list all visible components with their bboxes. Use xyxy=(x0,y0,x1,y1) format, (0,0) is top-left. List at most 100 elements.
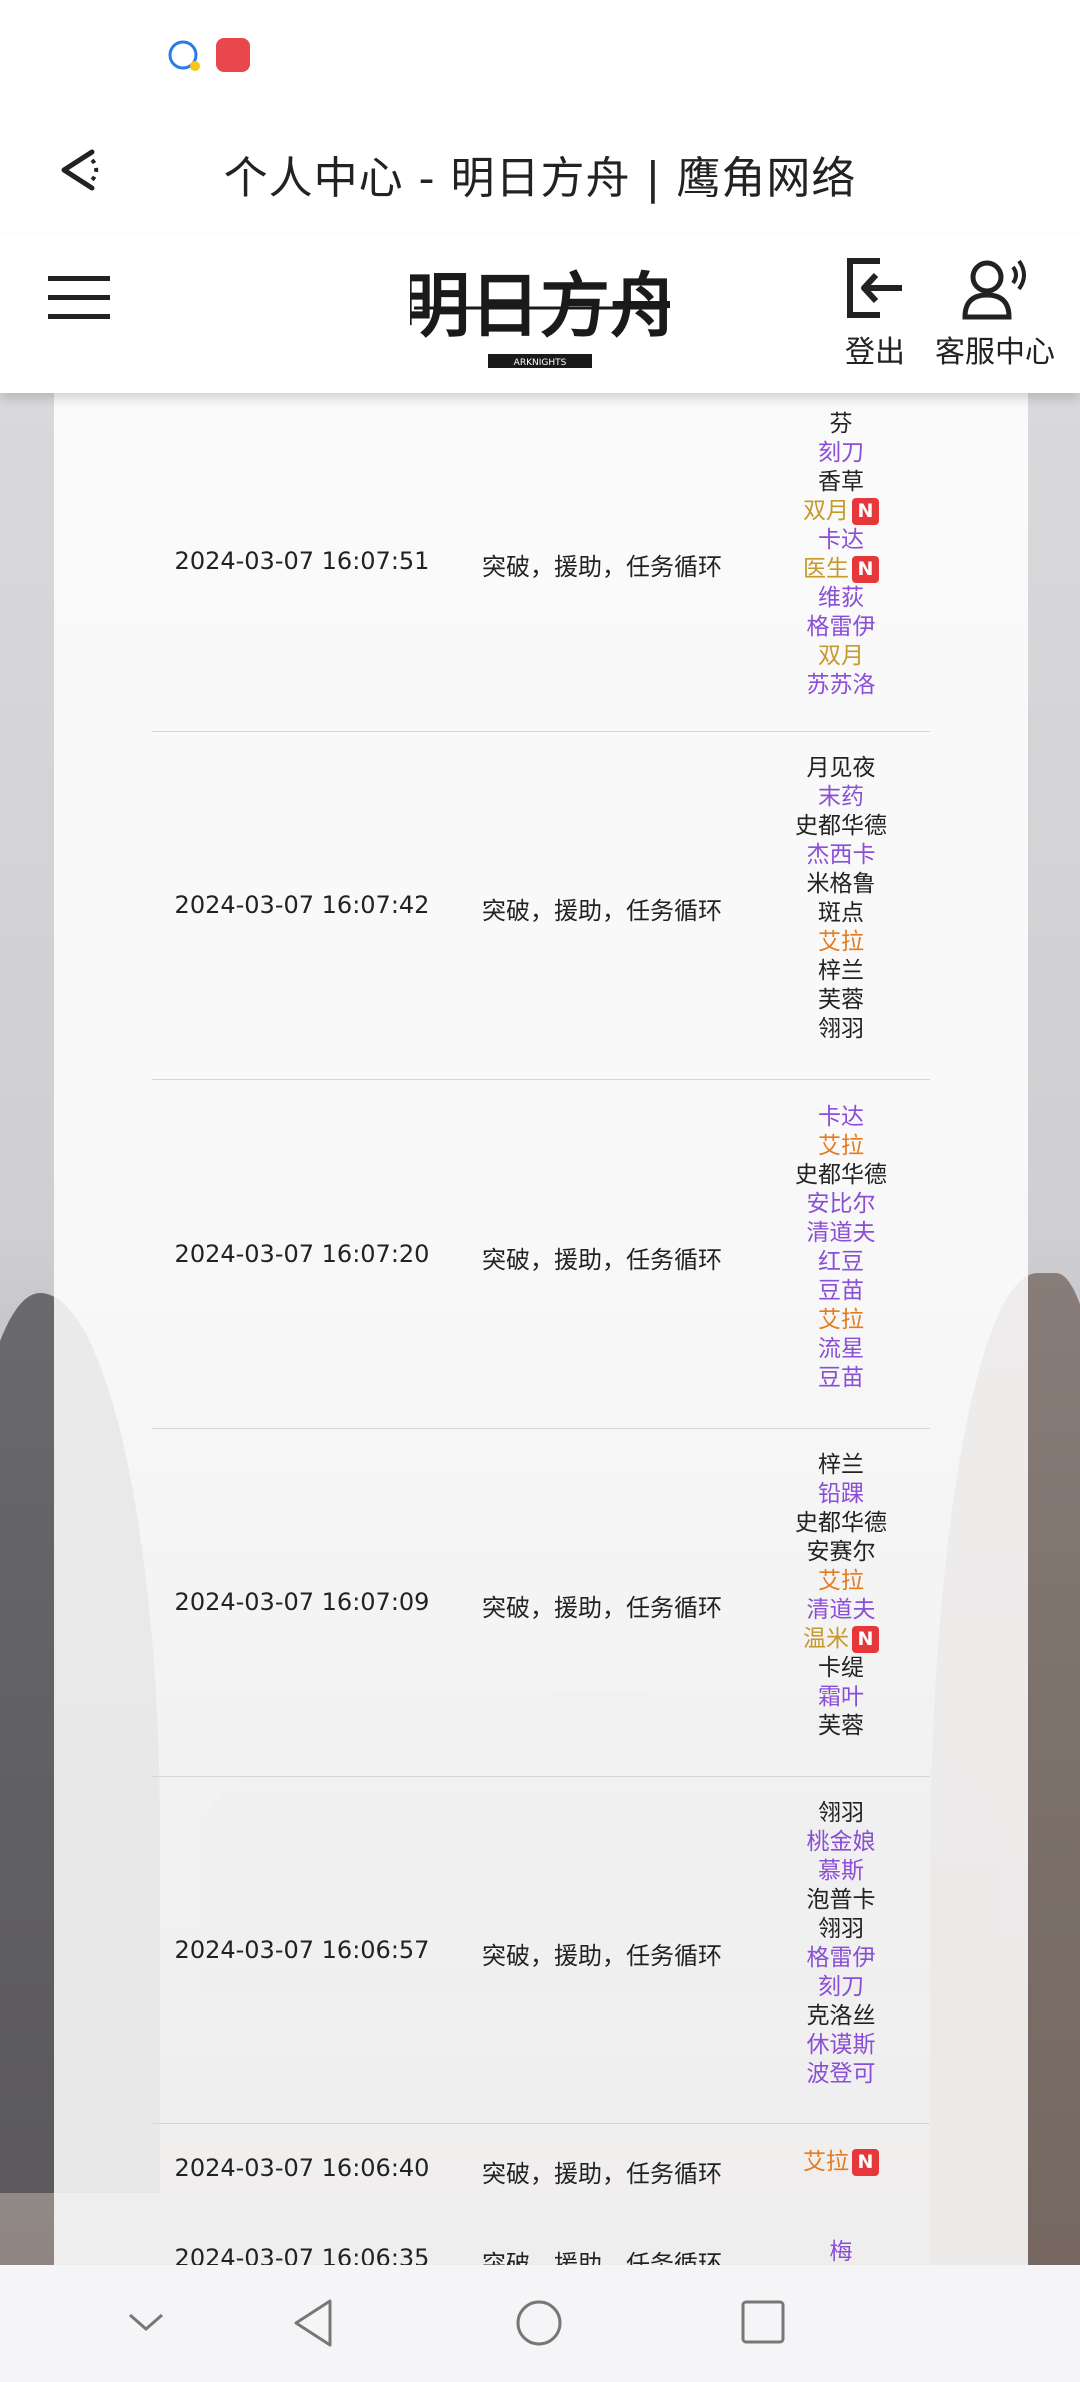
operator-entry: 史都华德 xyxy=(752,812,930,841)
operator-name: 艾拉 xyxy=(803,2148,849,2175)
new-badge: N xyxy=(852,556,879,583)
operator-name: 梅 xyxy=(829,2238,853,2265)
record-row: 2024-03-07 16:06:35 突破，援助，任务循环 梅 xyxy=(152,2213,930,2266)
operator-entry: 艾拉 N xyxy=(752,2148,930,2177)
operator-name: 芙蓉 xyxy=(818,1713,864,1739)
new-badge: N xyxy=(852,1626,879,1653)
operator-entry: 梓兰 xyxy=(752,1451,930,1480)
logout-button[interactable]: 登出 xyxy=(835,255,915,385)
operator-name: 安比尔 xyxy=(806,1190,876,1217)
operator-name: 克洛丝 xyxy=(806,2002,876,2029)
logout-icon xyxy=(847,258,902,318)
record-time: 2024-03-07 16:06:57 xyxy=(174,1935,430,1964)
customer-service-icon xyxy=(962,259,1026,320)
operator-entry: 安比尔 xyxy=(752,1190,930,1219)
operator-name: 史都华德 xyxy=(795,1161,887,1188)
operator-entry: 温米 N xyxy=(752,1625,930,1654)
operator-name: 慕斯 xyxy=(818,1857,864,1884)
operator-name: 豆苗 xyxy=(818,1277,864,1304)
operator-entry: 格雷伊 xyxy=(752,613,930,642)
record-row: 2024-03-07 16:06:40 突破，援助，任务循环 艾拉 N xyxy=(152,2123,930,2213)
operator-entry: 芬 xyxy=(752,410,930,439)
operator-name: 芬 xyxy=(829,411,853,437)
record-row: 2024-03-07 16:07:09 突破，援助，任务循环 梓兰 铅踝 史都华德 安赛尔… xyxy=(152,1428,930,1777)
record-row: 2024-03-07 16:07:42 突破，援助，任务循环 月见夜 末药 史都华德 杰西… xyxy=(152,731,930,1080)
page-title: 个人中心 - 明日方舟 | 鹰角网络 xyxy=(223,153,857,204)
logo-text: 明日方舟 xyxy=(410,264,670,347)
operator-name: 格雷伊 xyxy=(806,614,876,640)
operator-entry: 双月 xyxy=(752,642,930,671)
operator-name: 格雷伊 xyxy=(806,1944,876,1971)
operator-name: 卡达 xyxy=(818,1103,864,1130)
operator-entry: 翎羽 xyxy=(752,1015,930,1044)
record-operator-list: 梓兰 铅踝 史都华德 安赛尔 艾拉 清道夫 温米 N 卡缇 霜叶 芙蓉 xyxy=(752,1451,930,1741)
operator-entry: 清道夫 xyxy=(752,1219,930,1248)
operator-entry: 翎羽 xyxy=(752,1799,930,1828)
operator-entry: 安赛尔 xyxy=(752,1538,930,1567)
record-pool-type: 突破，援助，任务循环 xyxy=(482,553,722,581)
operator-name: 清道夫 xyxy=(806,1219,876,1246)
record-pool-type: 突破，援助，任务循环 xyxy=(482,1941,722,1970)
operator-entry: 铅踝 xyxy=(752,1480,930,1509)
record-row: 2024-03-07 16:07:20 突破，援助，任务循环 卡达 艾拉 史都华德 安比尔… xyxy=(152,1079,930,1429)
operator-name: 艾拉 xyxy=(818,929,864,955)
record-pool-type: 突破，援助，任务循环 xyxy=(482,1245,722,1274)
operator-name: 刻刀 xyxy=(818,1973,864,2000)
operator-name: 霜叶 xyxy=(818,1684,864,1710)
record-operator-list: 卡达 艾拉 史都华德 安比尔 清道夫 红豆 豆苗 艾拉 流星 豆苗 xyxy=(752,1103,930,1393)
operator-name: 波登可 xyxy=(806,2060,876,2087)
operator-entry: 翎羽 xyxy=(752,1915,930,1944)
menu-icon[interactable] xyxy=(46,270,112,326)
operator-name: 卡缇 xyxy=(818,1655,864,1681)
operator-entry: 杰西卡 xyxy=(752,841,930,870)
operator-entry: 苏苏洛 xyxy=(752,671,930,700)
operator-entry: 维荻 xyxy=(752,584,930,613)
operator-name: 翎羽 xyxy=(818,1799,864,1826)
logo-subtext: ARKNIGHTS xyxy=(514,358,567,368)
operator-name: 双月 xyxy=(803,498,849,524)
back-triangle-icon[interactable] xyxy=(290,2297,336,2349)
customer-service-button[interactable]: 客服中心 xyxy=(930,255,1060,385)
operator-name: 艾拉 xyxy=(818,1132,864,1159)
operator-name: 桃金娘 xyxy=(806,1828,876,1855)
record-pool-type: 突破，援助，任务循环 xyxy=(482,1594,722,1622)
customer-service-label: 客服中心 xyxy=(935,335,1055,370)
operator-entry: 香草 xyxy=(752,468,930,497)
operator-entry: 清道夫 xyxy=(752,1596,930,1625)
operator-entry: 豆苗 xyxy=(752,1364,930,1393)
record-time: 2024-03-07 16:07:09 xyxy=(174,1588,430,1616)
record-operator-list: 芬刻刀 香草 双月 N 卡达 医生 N 维荻 格雷伊 双月 苏苏洛 xyxy=(752,410,930,700)
operator-name: 红豆 xyxy=(818,1248,864,1275)
operator-entry: 红豆 xyxy=(752,1248,930,1277)
operator-name: 翎羽 xyxy=(818,1016,864,1042)
operator-entry: 卡达 xyxy=(752,526,930,555)
operator-entry: 慕斯 xyxy=(752,1857,930,1886)
operator-entry: 芙蓉 xyxy=(752,1712,930,1741)
operator-name: 双月 xyxy=(818,643,864,669)
gacha-record-panel: 2024-03-07 16:07:51 突破，援助，任务循环芬刻刀 香草 双月 N 卡达医… xyxy=(54,393,1028,2265)
new-badge: N xyxy=(852,498,879,525)
operator-entry: 格雷伊 xyxy=(752,1944,930,1973)
operator-entry: 霜叶 xyxy=(752,1683,930,1712)
operator-entry: 医生 N xyxy=(752,555,930,584)
hide-nav-chevron-icon[interactable] xyxy=(126,2307,166,2337)
home-circle-icon[interactable] xyxy=(514,2298,564,2348)
chat-app-icon xyxy=(168,40,200,71)
arknights-logo[interactable]: 明日方舟 ARKNIGHTS xyxy=(400,250,680,375)
operator-name: 香草 xyxy=(818,469,864,495)
record-row: 2024-03-07 16:07:51 突破，援助，任务循环芬刻刀 香草 双月 N 卡达医… xyxy=(152,393,930,732)
record-time: 2024-03-07 16:06:35 xyxy=(174,2244,430,2265)
operator-name: 杰西卡 xyxy=(806,842,876,868)
operator-entry: 克洛丝 xyxy=(752,2002,930,2031)
new-badge: N xyxy=(852,2148,879,2176)
record-operator-list: 翎羽 桃金娘 慕斯 泡普卡 翎羽 格雷伊 刻刀 克洛丝 休谟斯 波登可 xyxy=(752,1799,930,2089)
operator-entry: 桃金娘 xyxy=(752,1828,930,1857)
operator-name: 月见夜 xyxy=(806,755,876,781)
logout-label: 登出 xyxy=(845,335,905,370)
operator-entry: 末药 xyxy=(752,783,930,812)
operator-name: 苏苏洛 xyxy=(806,672,876,698)
operator-entry: 卡达 xyxy=(752,1103,930,1132)
operator-entry: 史都华德 xyxy=(752,1509,930,1538)
recents-square-icon[interactable] xyxy=(740,2299,786,2345)
record-pool-type: 突破，援助，任务循环 xyxy=(482,897,722,925)
